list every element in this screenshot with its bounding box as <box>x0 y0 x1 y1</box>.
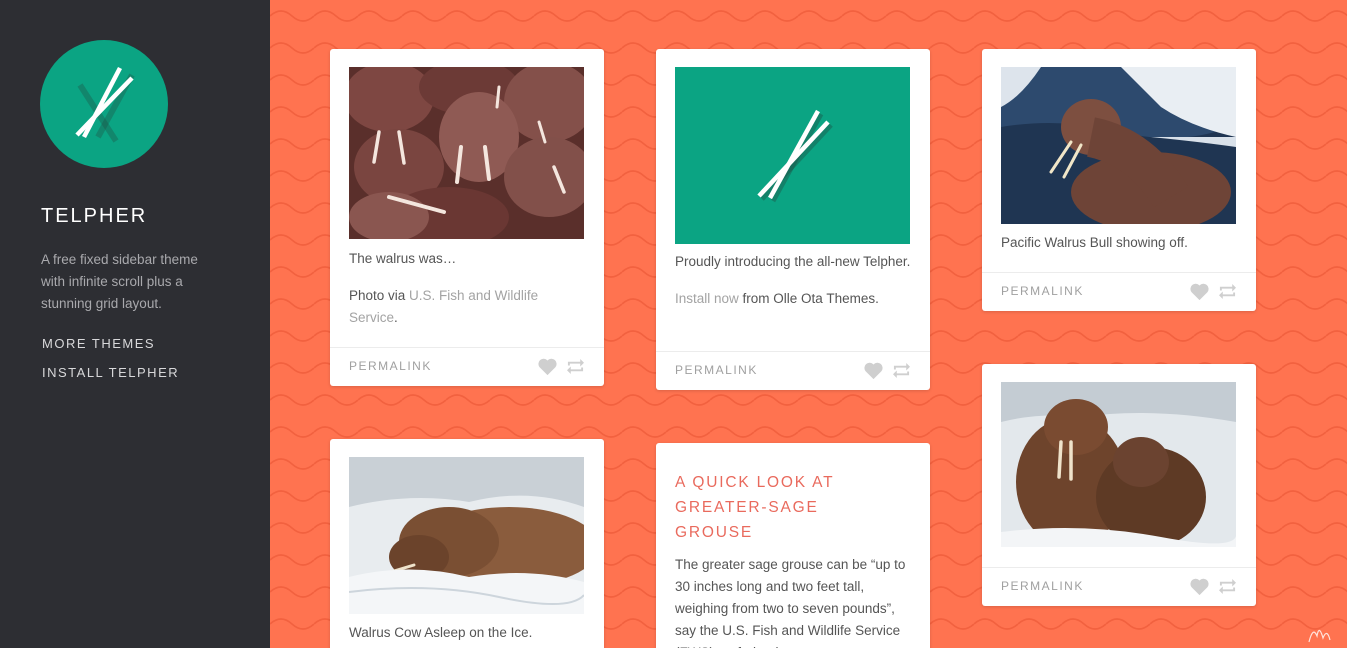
chopsticks-icon <box>757 109 833 203</box>
chopsticks-icon <box>75 66 135 143</box>
walrus-cow-image <box>349 457 584 614</box>
post-footer: PERMALINK <box>982 567 1256 606</box>
heart-icon[interactable] <box>1189 282 1210 301</box>
permalink[interactable]: PERMALINK <box>1001 284 1084 298</box>
post-photo[interactable] <box>1001 382 1236 547</box>
post-card: The walrus was… Photo via U.S. Fish and … <box>330 49 604 386</box>
heart-icon[interactable] <box>537 357 558 376</box>
permalink[interactable]: PERMALINK <box>1001 579 1084 593</box>
post-caption: Pacific Walrus Bull showing off. <box>1001 235 1188 250</box>
sidebar: TELPHER A free fixed sidebar theme with … <box>0 0 270 648</box>
post-photo[interactable] <box>349 67 584 239</box>
reblog-icon[interactable] <box>566 358 585 375</box>
reblog-icon[interactable] <box>1218 283 1237 300</box>
site-title[interactable]: TELPHER <box>41 205 147 228</box>
reblog-icon[interactable] <box>892 362 911 379</box>
install-telpher-link[interactable]: INSTALL TELPHER <box>42 365 179 380</box>
post-body: The greater sage grouse can be “up to 30… <box>675 557 906 648</box>
heart-icon[interactable] <box>863 361 884 380</box>
permalink[interactable]: PERMALINK <box>675 363 758 377</box>
post-photo[interactable] <box>1001 67 1236 224</box>
post-card: PERMALINK <box>982 364 1256 606</box>
credit-prefix: Photo via <box>349 288 410 303</box>
install-suffix: from Olle Ota Themes. <box>738 291 879 306</box>
post-photo[interactable] <box>349 457 584 614</box>
post-caption: The walrus was… <box>349 251 457 266</box>
signature-watermark-icon <box>1308 629 1331 643</box>
post-photo[interactable] <box>675 67 910 244</box>
more-themes-link[interactable]: MORE THEMES <box>42 336 155 351</box>
permalink[interactable]: PERMALINK <box>349 359 432 373</box>
post-card: Pacific Walrus Bull showing off. PERMALI… <box>982 49 1256 311</box>
post-caption: Walrus Cow Asleep on the Ice. <box>349 625 533 640</box>
site-logo[interactable] <box>40 40 168 168</box>
post-caption: Proudly introducing the all-new Telpher. <box>675 254 911 269</box>
site-description: A free fixed sidebar theme with infinite… <box>41 252 198 311</box>
walrus-bull-image <box>1001 67 1236 224</box>
post-credit: Photo via U.S. Fish and Wildlife Service… <box>349 285 585 329</box>
post-footer: PERMALINK <box>330 347 604 386</box>
walrus-herd-image <box>349 67 584 239</box>
two-walruses-image <box>1001 382 1236 547</box>
post-title[interactable]: A QUICK LOOK AT GREATER-SAGE GROUSE <box>656 470 886 545</box>
post-card: A QUICK LOOK AT GREATER-SAGE GROUSE The … <box>656 443 930 648</box>
post-install-line: Install now from Olle Ota Themes. <box>675 288 911 310</box>
post-footer: PERMALINK <box>656 351 930 390</box>
post-footer: PERMALINK <box>982 272 1256 311</box>
install-now-link[interactable]: Install now <box>675 291 739 306</box>
post-card: Proudly introducing the all-new Telpher.… <box>656 49 930 390</box>
post-card: Walrus Cow Asleep on the Ice. <box>330 439 604 648</box>
reblog-icon[interactable] <box>1218 578 1237 595</box>
heart-icon[interactable] <box>1189 577 1210 596</box>
credit-suffix: . <box>394 310 398 325</box>
